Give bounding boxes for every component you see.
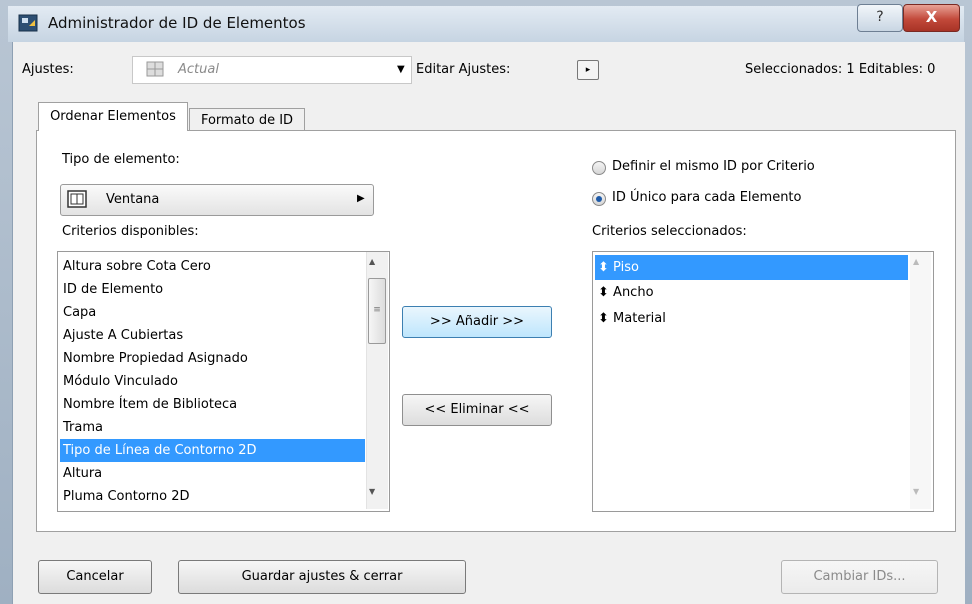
list-item[interactable]: ID de Elemento [60,278,365,301]
change-ids-button[interactable]: Cambiar IDs... [781,560,938,594]
criterion-label: Material [613,311,666,326]
window-title: Administrador de ID de Elementos [48,14,306,32]
save-and-close-button[interactable]: Guardar ajustes & cerrar [178,560,466,594]
list-item[interactable]: Módulo Vinculado [60,370,365,393]
list-item[interactable]: Altura sobre Cota Cero [60,255,365,278]
right-list-scrollbar[interactable] [910,252,931,509]
sort-handle-icon[interactable]: ⬍ [598,260,609,275]
editar-ajustes-button[interactable]: ▸ [577,60,599,80]
scroll-down-icon[interactable]: ▼ [913,487,919,496]
radio-same-id[interactable] [592,161,606,175]
criterios-seleccionados-label: Criterios seleccionados: [592,224,747,239]
criterios-disponibles-list[interactable]: Altura sobre Cota Cero ID de Elemento Ca… [57,251,390,512]
help-button[interactable]: ? [857,4,903,32]
tipo-elemento-label: Tipo de elemento: [62,152,180,167]
tab-ordenar-elementos[interactable]: Ordenar Elementos [38,102,188,131]
settings-table-icon [146,61,164,77]
list-item[interactable]: Capa [60,301,365,324]
selected-criterion-item[interactable]: ⬍ Piso [595,255,908,280]
selected-criterion-item[interactable]: ⬍ Ancho [595,280,908,305]
dropdown-caret-icon[interactable]: ▼ [397,64,405,75]
scroll-up-icon[interactable]: ▲ [369,257,375,266]
radio-selected-dot [596,196,602,202]
selected-criterion-item[interactable]: ⬍ Material [595,306,908,331]
editar-ajustes-label: Editar Ajustes: [416,62,511,77]
submenu-arrow-icon: ▶ [357,193,365,204]
list-item[interactable]: Trama [60,416,365,439]
scroll-up-icon[interactable]: ▲ [913,257,919,266]
tipo-elemento-value: Ventana [106,192,160,207]
ajustes-dropdown[interactable] [132,56,412,84]
list-item[interactable]: Ajuste A Cubiertas [60,324,365,347]
ajustes-value: Actual [178,62,219,77]
remove-button[interactable]: << Eliminar << [402,394,552,426]
cancel-button[interactable]: Cancelar [38,560,152,594]
criterion-label: Ancho [613,285,654,300]
scrollbar-thumb[interactable]: ≡ [368,278,386,344]
list-item-selected[interactable]: Tipo de Línea de Contorno 2D [60,439,365,462]
criterios-seleccionados-list[interactable]: ⬍ Piso ⬍ Ancho ⬍ Material [592,251,934,512]
scroll-down-icon[interactable]: ▼ [369,487,375,496]
add-button[interactable]: >> Añadir >> [402,306,552,338]
sort-handle-icon[interactable]: ⬍ [598,311,609,326]
radio-unique-id-label[interactable]: ID Único para cada Elemento [612,190,801,205]
criterion-label: Piso [613,260,639,275]
ajustes-label: Ajustes: [22,62,74,77]
sort-handle-icon[interactable]: ⬍ [598,285,609,300]
criterios-disponibles-label: Criterios disponibles: [62,224,199,239]
radio-unique-id[interactable] [592,192,606,206]
window-element-icon [67,190,87,208]
app-icon [18,13,38,33]
selection-info: Seleccionados: 1 Editables: 0 [745,62,936,77]
close-button[interactable]: X [903,4,960,32]
radio-same-id-label[interactable]: Definir el mismo ID por Criterio [612,159,815,174]
list-item[interactable]: Nombre Propiedad Asignado [60,347,365,370]
list-item[interactable]: Nombre Ítem de Biblioteca [60,393,365,416]
list-item[interactable]: Altura [60,462,365,485]
list-item[interactable]: Pluma Contorno 2D [60,485,365,508]
